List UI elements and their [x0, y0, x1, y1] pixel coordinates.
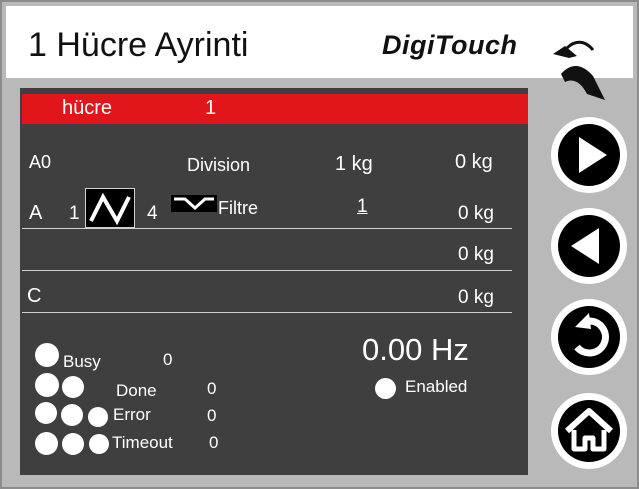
done-value: 0 — [207, 379, 217, 398]
done-indicator-1 — [35, 373, 59, 397]
done-label: Done — [116, 381, 157, 400]
back-button[interactable] — [551, 299, 627, 375]
play-back-icon — [571, 228, 599, 264]
timeout-label: Timeout — [112, 433, 173, 452]
row-a0-name: A0 — [29, 152, 52, 172]
divider — [22, 228, 512, 229]
filter-label: Filtre — [218, 198, 258, 218]
busy-indicator — [35, 343, 59, 367]
row-a-num2: 4 — [147, 203, 158, 224]
home-button[interactable] — [551, 393, 627, 469]
division-value[interactable]: 1 kg — [335, 153, 373, 176]
error-indicator-2 — [61, 404, 83, 426]
timeout-indicator-1 — [35, 432, 58, 455]
timeout-value: 0 — [209, 433, 219, 452]
row-b-weight: 0 kg — [458, 244, 494, 265]
enabled-label: Enabled — [405, 377, 468, 396]
frequency-value: 0.00 Hz — [362, 332, 469, 367]
undo-icon — [574, 313, 609, 357]
previous-button[interactable] — [551, 208, 627, 284]
error-indicator-1 — [35, 402, 57, 424]
row-c-weight: 0 kg — [458, 287, 494, 308]
cell-number: 1 — [205, 97, 217, 119]
enabled-indicator — [375, 378, 396, 399]
row-a0-weight: 0 kg — [455, 151, 493, 173]
timeout-indicator-2 — [62, 433, 84, 455]
row-c-name: C — [27, 285, 42, 307]
page-title: 1 Hücre Ayrinti — [28, 26, 249, 64]
wave-filter-icon[interactable] — [85, 188, 135, 228]
row-a-name: A — [29, 202, 43, 224]
next-button[interactable] — [551, 117, 627, 193]
busy-value: 0 — [163, 350, 173, 369]
brand-logo: DigiTouch — [382, 30, 518, 60]
done-indicator-2 — [62, 376, 84, 398]
cell-label: hücre — [62, 97, 113, 119]
touch-hand-icon — [553, 40, 605, 100]
divider — [22, 270, 512, 271]
row-a-weight: 0 kg — [458, 203, 494, 224]
division-label: Division — [187, 155, 251, 175]
divider — [22, 312, 512, 313]
error-label: Error — [113, 405, 151, 424]
row-a-num1: 1 — [69, 203, 80, 224]
error-value: 0 — [207, 406, 217, 425]
busy-label: Busy — [63, 352, 101, 371]
filter-value[interactable]: 1 — [357, 196, 368, 218]
timeout-indicator-3 — [89, 434, 109, 454]
header-bar: 1 Hücre Ayrinti DigiTouch — [6, 6, 633, 78]
error-indicator-3 — [88, 407, 108, 427]
home-icon — [564, 408, 614, 452]
play-forward-icon — [579, 137, 607, 173]
flat-filter-icon[interactable] — [171, 195, 217, 212]
